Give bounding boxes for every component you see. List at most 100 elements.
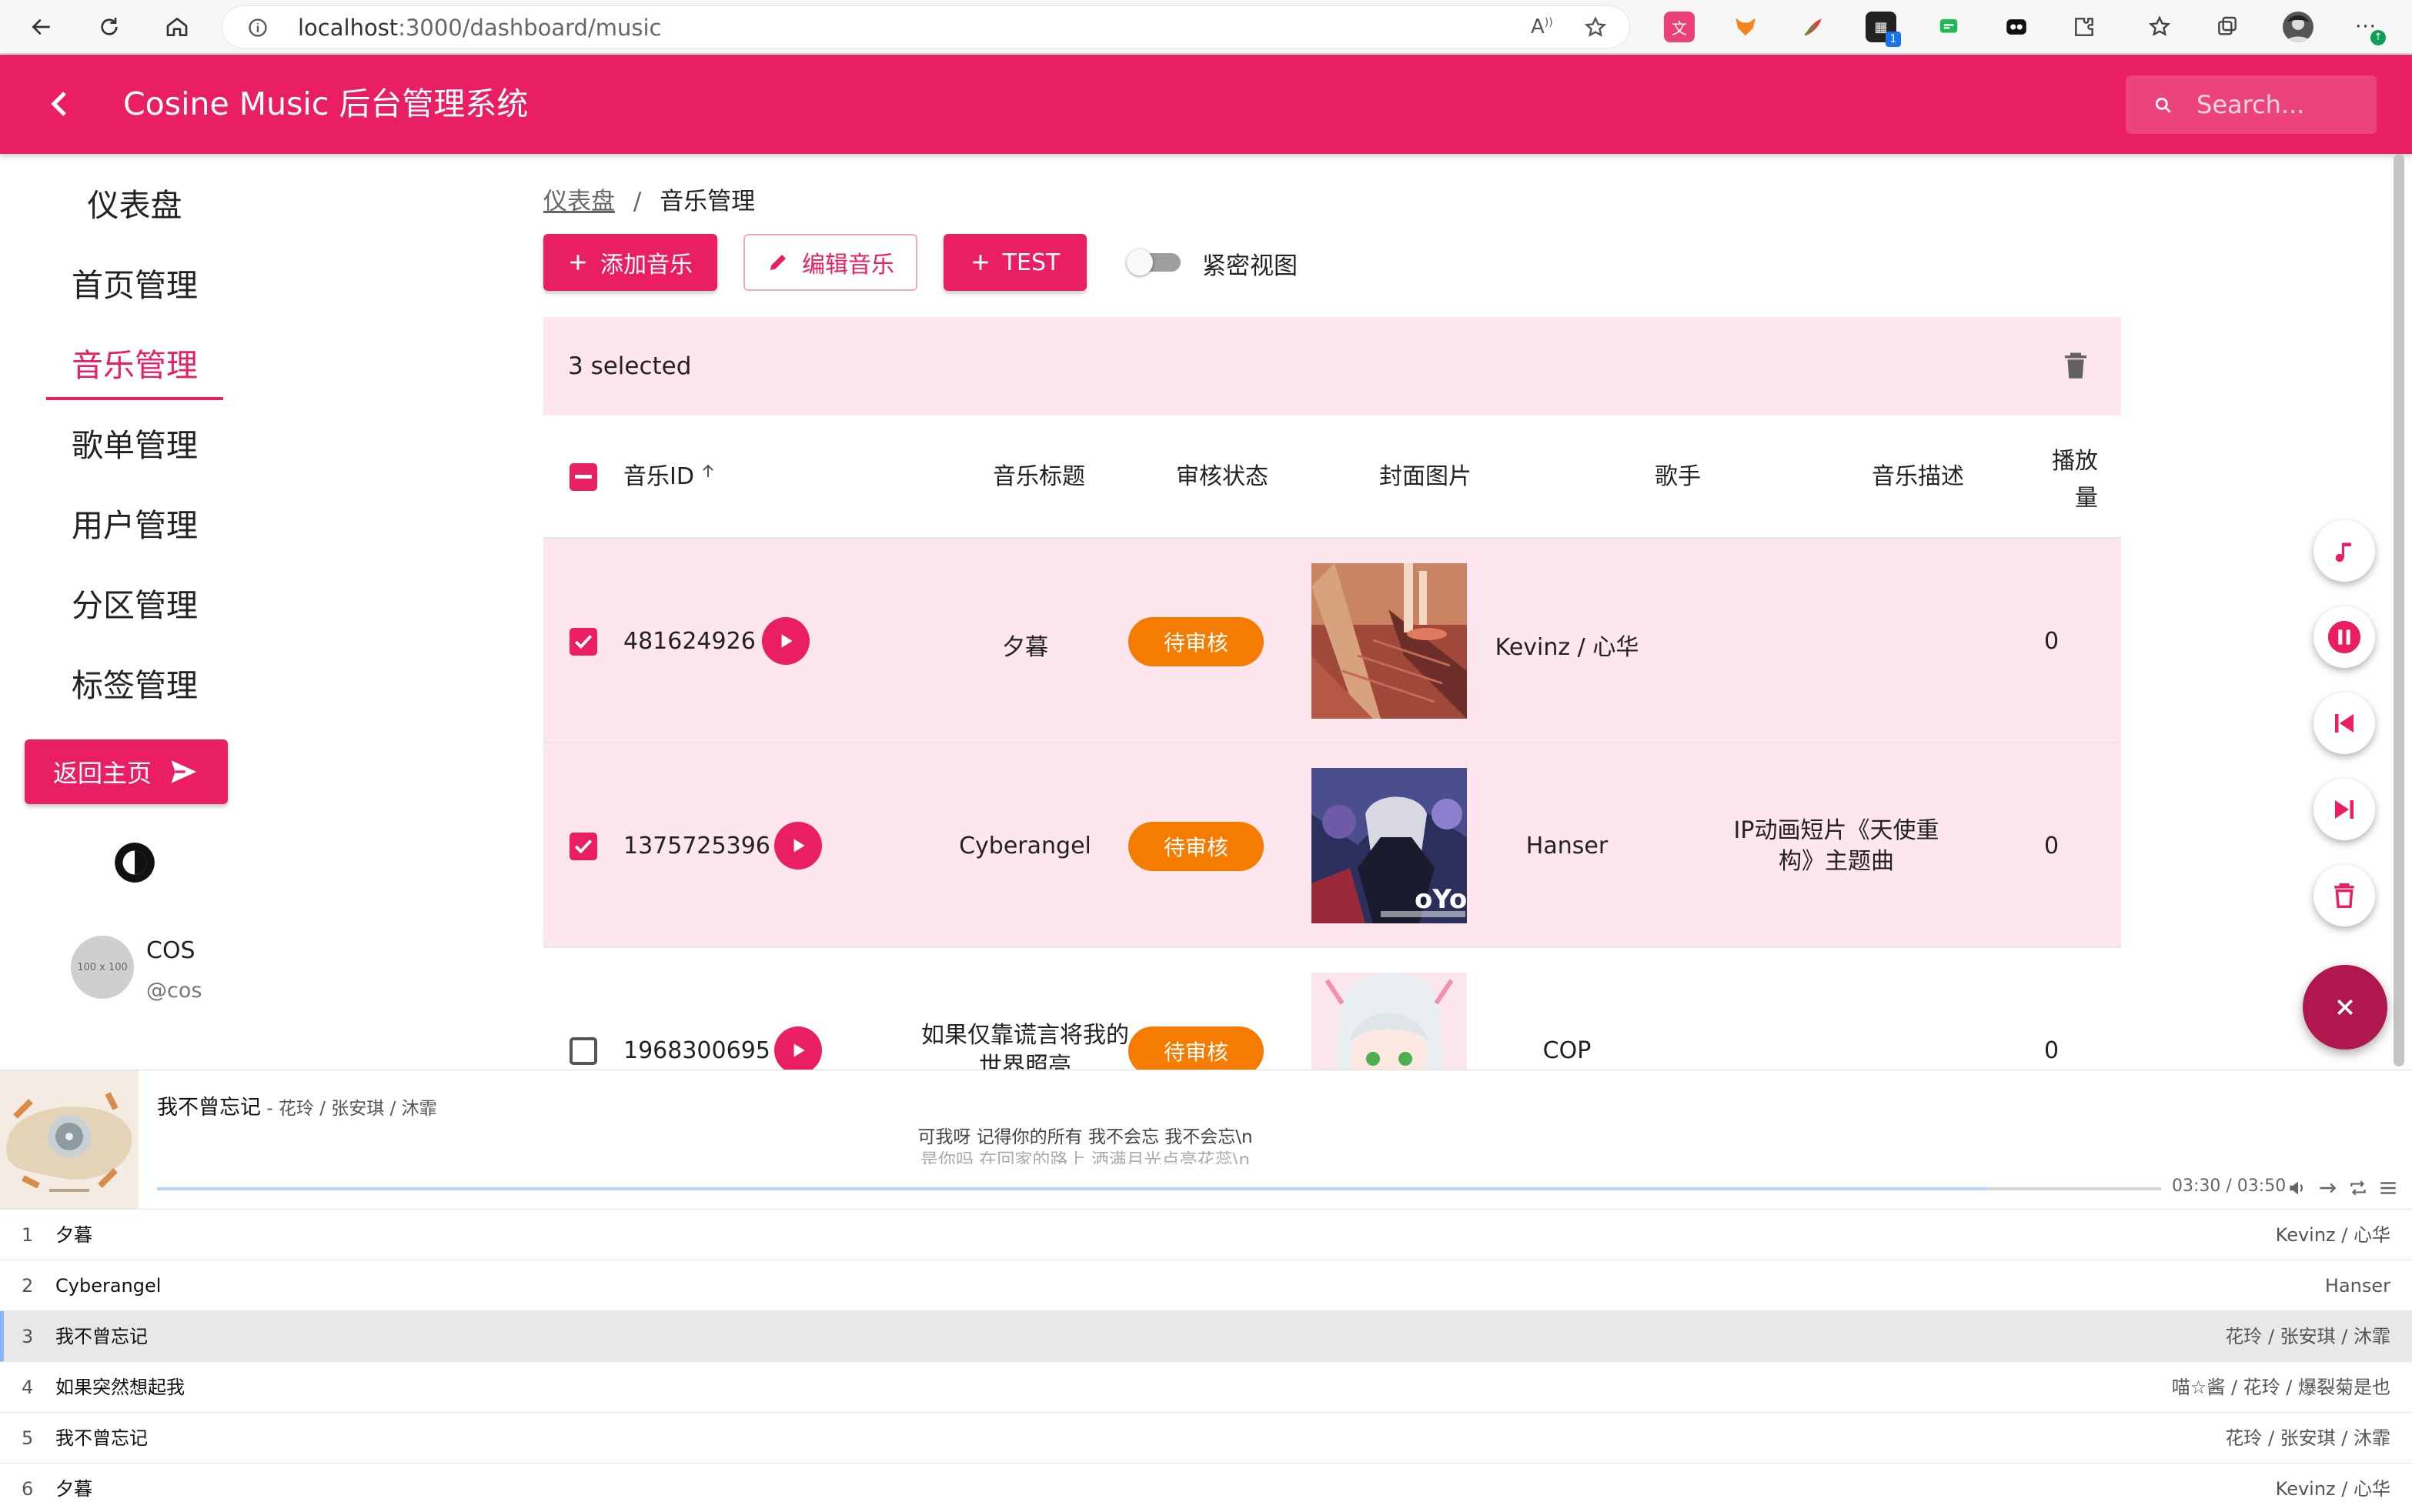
playlist-index: 4 [22,1377,34,1398]
search-input[interactable] [2197,75,2366,134]
translate-extension-icon[interactable]: 文 [1664,12,1695,42]
favorite-add-icon[interactable] [1583,15,1608,40]
playlist-item[interactable]: 4 如果突然想起我 喵☆酱 / 花玲 / 爆裂菊是也 [0,1362,2412,1413]
album-cover[interactable] [0,1070,139,1209]
cover-image [1311,973,1467,1070]
table-row[interactable]: 1968300695 如果仅靠谎言将我的 世界照亮 待审核 COP 0 [543,948,2121,1070]
lyrics: 可我呀 记得你的所有 我不会忘 我不会忘\n 是你吗 在回家的路上 洒满月光点亮… [585,1126,1585,1164]
loop-icon[interactable] [2347,1178,2369,1198]
row-checkbox[interactable] [570,833,597,860]
collections-icon[interactable] [2212,12,2243,42]
home-icon[interactable] [159,8,195,45]
volume-icon[interactable] [2287,1178,2307,1198]
play-icon[interactable] [774,822,822,869]
play-count: 0 [2044,628,2060,655]
delete-icon[interactable] [2060,349,2092,383]
playlist-item[interactable]: 2 Cyberangel Hanser [0,1260,2412,1311]
breadcrumb-root[interactable]: 仪表盘 [543,188,615,215]
sidebar-item-music[interactable]: 音乐管理 [46,331,223,400]
now-playing-artist: - 花玲 / 张安琪 / 沐霏 [261,1099,437,1119]
address-bar[interactable]: localhost:3000/dashboard/music A)) [222,5,1630,48]
table-body: 481624926 夕暮 待审核 Kevinz / 心华 0 137572539… [0,539,2412,1070]
playlist-item[interactable]: 6 夕暮 Kevinz / 心华 [0,1464,2412,1512]
row-checkbox[interactable] [570,628,597,656]
play-icon[interactable] [774,1026,822,1070]
column-header-description[interactable]: 音乐描述 [1872,457,1964,491]
feather-extension-icon[interactable] [1798,12,1829,42]
browser-toolbar: localhost:3000/dashboard/music A)) 文 ▦ 1… [0,0,2412,54]
description-line1: IP动画短片《天使重 [1733,817,1939,844]
playlist-item-current[interactable]: 3 我不曾忘记 花玲 / 张安琪 / 沐霏 [0,1311,2412,1362]
favorites-icon[interactable] [2144,12,2175,42]
column-header-title[interactable]: 音乐标题 [993,457,1085,491]
column-header-plays[interactable]: 播放 量 [2052,443,2098,517]
play-order-icon[interactable] [2317,1178,2340,1198]
music-id: 1968300695 [623,1037,770,1064]
back-icon[interactable] [23,8,60,45]
compact-view-toggle[interactable] [1127,249,1184,275]
description-line2: 构》主题曲 [1779,848,1894,875]
column-header-id[interactable]: 音乐ID [623,457,713,491]
edit-music-button[interactable]: 编辑音乐 [743,234,917,291]
now-playing: 我不曾忘记 - 花玲 / 张安琪 / 沐霏 [157,1090,437,1120]
reload-icon[interactable] [91,8,128,45]
column-header-artist[interactable]: 歌手 [1655,457,1701,491]
skip-previous-icon[interactable] [2313,693,2375,754]
cover-image: oYo [1311,768,1467,923]
table-row[interactable]: 481624926 夕暮 待审核 Kevinz / 心华 0 [543,539,2121,743]
glasses-extension-icon[interactable] [2001,12,2032,42]
sidebar-item-playlists[interactable]: 歌单管理 [46,411,223,480]
status-badge: 待审核 [1128,1026,1264,1070]
progress-fill [157,1187,1987,1190]
music-description: IP动画短片《天使重 构》主题曲 [1729,816,1944,877]
search-box[interactable] [2126,75,2377,134]
back-chevron-icon[interactable] [42,85,79,122]
playlist-item[interactable]: 1 夕暮 Kevinz / 心华 [0,1210,2412,1260]
row-checkbox[interactable] [570,1037,597,1065]
url-host: localhost [298,15,399,41]
playlist-item[interactable]: 5 我不曾忘记 花玲 / 张安琪 / 沐霏 [0,1413,2412,1464]
progress-bar[interactable] [157,1187,2161,1190]
column-header-status[interactable]: 审核状态 [1176,457,1268,491]
music-title-line2: 世界照亮 [979,1053,1071,1070]
music-title: 夕暮 [1002,634,1048,661]
test-button[interactable]: TEST [944,234,1087,291]
music-note-icon[interactable] [2313,520,2375,582]
select-all-checkbox[interactable] [570,463,597,491]
extensions-puzzle-icon[interactable] [2069,12,2100,42]
playlist-artist: Kevinz / 心华 [2275,1478,2390,1500]
more-menu-icon[interactable]: ··· ↑ [2350,12,2386,45]
app-bar: Cosine Music 后台管理系统 [0,55,2412,154]
info-icon[interactable] [247,17,269,38]
trash-icon[interactable] [2313,865,2375,926]
add-music-button[interactable]: 添加音乐 [543,234,717,291]
page-scrollbar[interactable] [2392,154,2406,1070]
playlist-title: 夕暮 [55,1478,92,1500]
profile-avatar-icon[interactable] [2283,12,2313,42]
music-title: Cyberangel [959,833,1091,859]
playlist-title: 如果突然想起我 [55,1377,185,1398]
sort-ascending-icon [699,462,717,480]
read-aloud-icon[interactable]: A)) [1531,15,1553,38]
breadcrumb: 仪表盘 / 音乐管理 [543,182,755,216]
close-icon[interactable] [2303,965,2387,1050]
cover-image [1311,563,1467,719]
lyric-line-current: 可我呀 记得你的所有 我不会忘 我不会忘\n [917,1127,1253,1147]
pencil-icon [767,251,790,274]
playlist-index: 1 [22,1224,34,1246]
pause-icon[interactable] [2313,606,2375,668]
skip-next-icon[interactable] [2313,779,2375,840]
column-id-label: 音乐ID [623,463,694,490]
fox-extension-icon[interactable] [1730,12,1761,42]
plus-icon [970,252,991,272]
sidebar-item-home[interactable]: 首页管理 [46,251,223,320]
play-icon[interactable] [762,617,810,665]
table-row[interactable]: 1375725396 Cyberangel 待审核 oYo Hanser IP动… [543,743,2121,948]
chat-extension-icon[interactable] [1933,12,1964,42]
playlist-artist: Hanser [2324,1275,2390,1297]
column-header-cover[interactable]: 封面图片 [1379,457,1472,491]
sidebar-item-dashboard[interactable]: 仪表盘 [46,171,223,240]
music-title: 如果仅靠谎言将我的 世界照亮 [920,1020,1130,1070]
playlist-menu-icon[interactable] [2378,1178,2398,1198]
chart-extension-icon[interactable]: ▦ 1 [1866,12,1901,47]
